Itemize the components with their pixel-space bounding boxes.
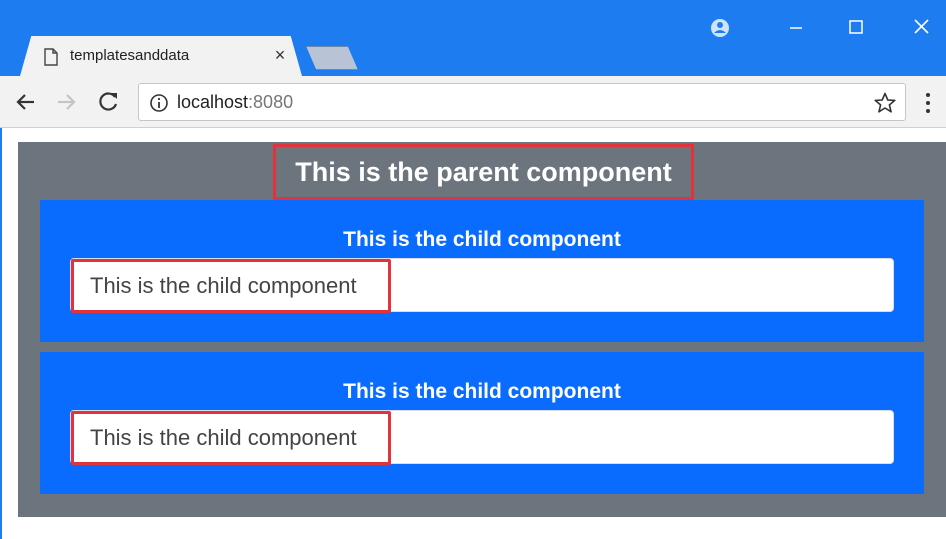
browser-toolbar: localhost:8080 bbox=[0, 76, 946, 128]
tab-close-button[interactable]: × bbox=[268, 43, 292, 67]
browser-tab[interactable]: templatesanddata × bbox=[20, 36, 302, 76]
url-text: localhost:8080 bbox=[177, 92, 293, 113]
profile-icon[interactable] bbox=[700, 0, 760, 40]
child-input-field[interactable]: This is the child component bbox=[70, 258, 894, 313]
minimize-icon[interactable] bbox=[768, 0, 828, 40]
forward-arrow-icon[interactable] bbox=[52, 88, 80, 116]
close-icon[interactable] bbox=[886, 0, 946, 40]
child-title: This is the child component bbox=[343, 380, 621, 403]
child-input-value[interactable]: This is the child component bbox=[71, 411, 391, 465]
tab-title: templatesanddata bbox=[70, 47, 190, 64]
star-icon[interactable] bbox=[873, 91, 897, 115]
url-port: :8080 bbox=[248, 92, 294, 112]
menu-icon[interactable] bbox=[922, 90, 934, 116]
info-icon[interactable] bbox=[149, 93, 169, 113]
child-input-value[interactable]: This is the child component bbox=[71, 259, 391, 313]
back-arrow-icon[interactable] bbox=[12, 88, 40, 116]
reload-icon[interactable] bbox=[94, 88, 122, 116]
address-bar[interactable]: localhost:8080 bbox=[138, 83, 906, 121]
browser-titlebar: templatesanddata × bbox=[0, 0, 946, 76]
child-component: This is the child component This is the … bbox=[40, 352, 924, 494]
child-title: This is the child component bbox=[343, 228, 621, 251]
page-icon bbox=[44, 48, 58, 66]
child-component: This is the child component This is the … bbox=[40, 200, 924, 342]
page-content: This is the parent component This is the… bbox=[0, 128, 946, 539]
parent-component: This is the parent component This is the… bbox=[18, 142, 946, 517]
maximize-icon[interactable] bbox=[826, 0, 886, 40]
url-host: localhost bbox=[177, 92, 249, 112]
child-input-field[interactable]: This is the child component bbox=[70, 410, 894, 465]
parent-title: This is the parent component bbox=[273, 144, 694, 200]
new-tab-button[interactable] bbox=[306, 46, 358, 70]
